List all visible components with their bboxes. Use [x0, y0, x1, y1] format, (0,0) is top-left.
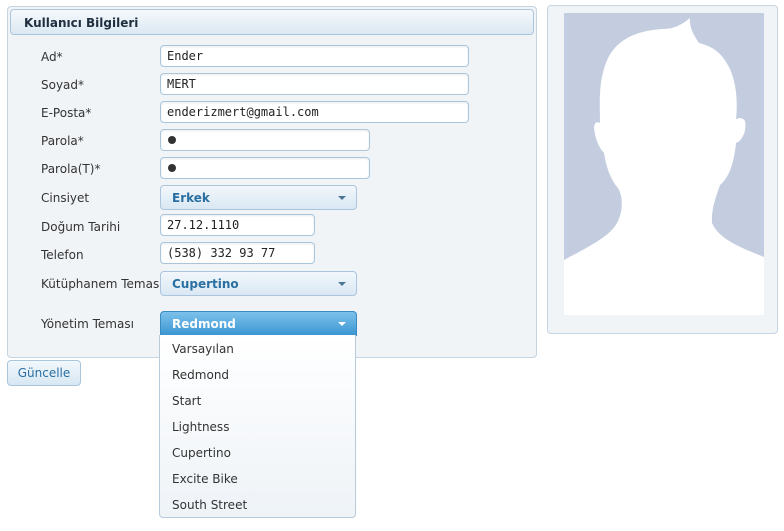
phone-label: Telefon — [41, 248, 84, 262]
gender-select-value: Erkek — [172, 191, 210, 205]
admin-theme-dropdown: Varsayılan Redmond Start Lightness Cuper… — [159, 335, 356, 518]
birthdate-label: Doğum Tarihi — [41, 220, 121, 234]
password-confirm-field[interactable] — [160, 157, 370, 179]
password-label: Parola* — [41, 134, 84, 148]
admin-theme-select[interactable]: Redmond — [160, 311, 357, 336]
admin-theme-select-value: Redmond — [172, 317, 236, 331]
panel-title: Kullanıcı Bilgileri — [24, 16, 139, 30]
email-field[interactable]: enderizmert@gmail.com — [160, 101, 469, 123]
profile-photo-panel — [547, 5, 778, 334]
theme-option[interactable]: Redmond — [172, 368, 229, 382]
library-theme-select[interactable]: Cupertino — [160, 271, 357, 296]
password-confirm-label: Parola(T)* — [41, 162, 101, 176]
name-field[interactable]: Ender — [160, 45, 469, 67]
password-mask-dot — [168, 136, 176, 144]
gender-select[interactable]: Erkek — [160, 185, 357, 210]
email-label: E-Posta* — [41, 106, 92, 120]
theme-option[interactable]: South Street — [172, 498, 247, 512]
chevron-down-icon — [338, 282, 346, 286]
gender-label: Cinsiyet — [41, 191, 90, 205]
avatar-silhouette-icon — [564, 13, 764, 315]
theme-option[interactable]: Lightness — [172, 420, 229, 434]
name-label: Ad* — [41, 50, 63, 64]
surname-label: Soyad* — [41, 78, 85, 92]
phone-field[interactable]: (538) 332 93 77 — [160, 242, 315, 264]
password-mask-dot — [168, 164, 176, 172]
theme-option[interactable]: Excite Bike — [172, 472, 238, 486]
library-theme-select-value: Cupertino — [172, 277, 239, 291]
chevron-down-icon — [338, 196, 346, 200]
panel-header: Kullanıcı Bilgileri — [10, 9, 534, 35]
surname-field[interactable]: MERT — [160, 73, 469, 95]
update-button[interactable]: Güncelle — [7, 360, 81, 386]
theme-option[interactable]: Cupertino — [172, 446, 231, 460]
admin-theme-label: Yönetim Teması — [41, 317, 134, 331]
birthdate-field[interactable]: 27.12.1110 — [160, 214, 315, 236]
library-theme-label: Kütüphanem Teması — [41, 277, 163, 291]
theme-option[interactable]: Start — [172, 394, 201, 408]
profile-photo[interactable] — [564, 13, 764, 315]
user-info-panel: Kullanıcı Bilgileri Ad* Ender Soyad* MER… — [7, 6, 537, 358]
chevron-down-icon — [338, 322, 346, 326]
theme-option[interactable]: Varsayılan — [172, 342, 234, 356]
password-field[interactable] — [160, 129, 370, 151]
